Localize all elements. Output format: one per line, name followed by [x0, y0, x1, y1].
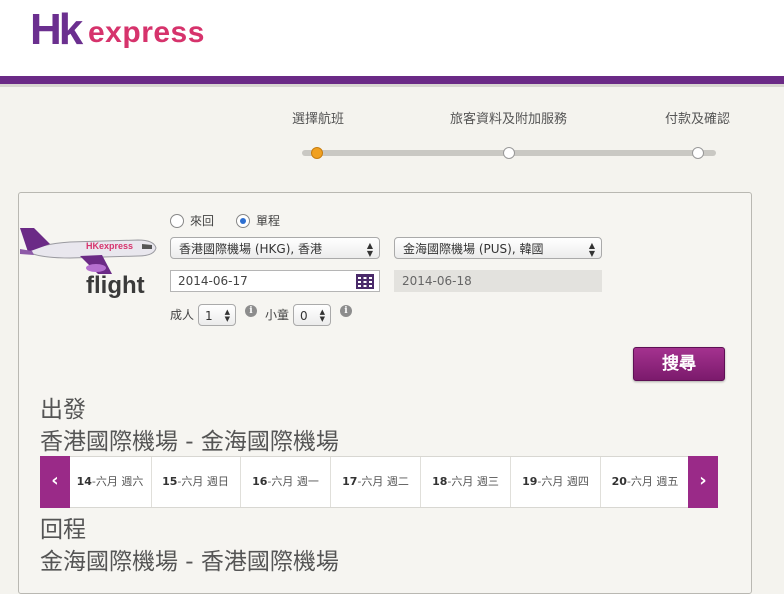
date-cell[interactable]: 17-六月 週二: [331, 457, 421, 507]
date-rest: -六月 週日: [177, 475, 229, 488]
adults-value: 1: [205, 309, 213, 323]
date-cell[interactable]: 15-六月 週日: [151, 457, 241, 507]
date-day: 20: [611, 475, 627, 488]
date-day: 19: [522, 475, 538, 488]
return-date-input: 2014-06-18: [394, 270, 602, 292]
next-dates-button[interactable]: ›: [688, 456, 718, 508]
depart-date-input[interactable]: 2014-06-17: [170, 270, 380, 292]
destination-select[interactable]: 金海國際機場 (PUS), 韓國 ▲ ▼: [394, 237, 602, 259]
radio-one-way[interactable]: [236, 214, 250, 228]
children-select[interactable]: 0 ▲ ▼: [293, 304, 331, 326]
step-passenger-info: 旅客資料及附加服務: [450, 112, 568, 127]
date-strip: 14-六月 週六 15-六月 週日 16-六月 週一 17-六月 週二 18-六…: [40, 456, 718, 508]
flight-label: flight: [86, 272, 145, 299]
logo-hk-text: Hk: [30, 5, 83, 54]
date-rest: -六月 週二: [357, 475, 409, 488]
adults-info-icon[interactable]: i: [245, 305, 257, 317]
origin-value: 香港國際機場 (HKG), 香港: [179, 242, 322, 256]
date-day: 14: [76, 475, 92, 488]
one-way-label: 單程: [256, 214, 281, 228]
step-select-flight: 選擇航班: [292, 112, 345, 127]
destination-value: 金海國際機場 (PUS), 韓國: [403, 242, 544, 256]
children-info-icon[interactable]: i: [340, 305, 352, 317]
select-arrows-icon: ▲ ▼: [366, 241, 373, 258]
adults-label: 成人: [170, 308, 195, 322]
children-label: 小童: [265, 308, 290, 322]
date-cell[interactable]: 16-六月 週一: [241, 457, 331, 507]
step-dot-2: [503, 147, 515, 159]
date-cell[interactable]: 19-六月 週四: [511, 457, 601, 507]
round-trip-label: 來回: [190, 214, 215, 228]
select-arrows-icon: ▲ ▼: [224, 308, 230, 323]
step-dot-1: [311, 147, 323, 159]
date-cell[interactable]: 20-六月 週五: [601, 457, 690, 507]
date-rest: -六月 週一: [267, 475, 319, 488]
date-day: 15: [162, 475, 178, 488]
adults-select[interactable]: 1 ▲ ▼: [198, 304, 236, 326]
step-payment: 付款及確認: [665, 112, 731, 127]
site-header: Hk express: [0, 0, 784, 76]
search-button[interactable]: 搜尋: [633, 347, 725, 381]
date-day: 16: [252, 475, 268, 488]
prev-dates-button[interactable]: ‹: [40, 456, 70, 508]
radio-round-trip[interactable]: [170, 214, 184, 228]
step-dot-3: [692, 147, 704, 159]
origin-select[interactable]: 香港國際機場 (HKG), 香港 ▲ ▼: [170, 237, 380, 259]
date-rest: -六月 週六: [91, 475, 144, 488]
outbound-route: 香港國際機場 - 金海國際機場: [40, 429, 339, 455]
header-purple-bar: [0, 76, 784, 84]
select-arrows-icon: ▲ ▼: [588, 241, 595, 258]
inbound-heading: 回程: [40, 517, 86, 543]
date-rest: -六月 週四: [537, 475, 589, 488]
date-rest: -六月 週五: [626, 475, 679, 488]
children-value: 0: [300, 309, 308, 323]
select-arrows-icon: ▲ ▼: [319, 308, 325, 323]
date-cell[interactable]: 14-六月 週六: [69, 457, 152, 507]
outbound-heading: 出發: [40, 397, 86, 423]
date-rest: -六月 週三: [447, 475, 499, 488]
calendar-icon[interactable]: [356, 274, 374, 289]
logo-express-text: express: [88, 16, 205, 49]
date-cell[interactable]: 18-六月 週三: [421, 457, 511, 507]
header-divider: [0, 84, 784, 87]
date-day: 17: [342, 475, 358, 488]
date-day: 18: [432, 475, 448, 488]
svg-text:HKexpress: HKexpress: [86, 241, 133, 251]
